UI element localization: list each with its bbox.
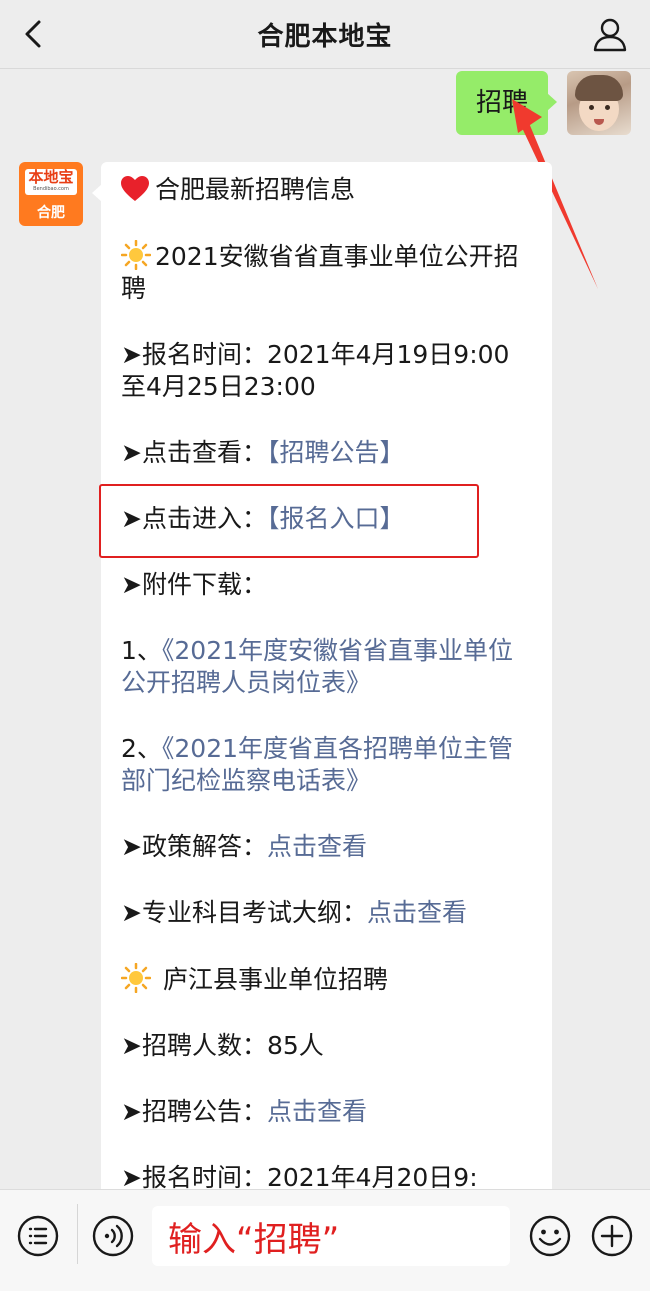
- policy-link[interactable]: 点击查看: [267, 832, 367, 861]
- attachment-item: 1、《2021年度安徽省省直事业单位公开招聘人员岗位表》: [121, 635, 534, 699]
- received-message-bubble: 合肥最新招聘信息 2021安徽省省直事业单位公开招聘 ➤报名时间：2021年4月…: [92, 162, 552, 1189]
- menu-list-icon[interactable]: [16, 1214, 60, 1258]
- avatar-hair: [575, 75, 623, 101]
- attachments-label: ➤附件下载：: [121, 570, 267, 599]
- input-bar: [0, 1189, 650, 1291]
- syllabus-row: ➤专业科目考试大纲：点击查看: [121, 897, 534, 929]
- notice-row: ➤招聘公告：点击查看: [121, 1096, 534, 1128]
- logo-title: 本地宝: [28, 168, 74, 186]
- field-label: ➤政策解答：: [121, 832, 267, 861]
- field-label: ➤报名时间：: [121, 340, 267, 369]
- field-label: ➤报名时间：: [121, 1163, 267, 1189]
- logo-url: Bendibao.com: [33, 186, 69, 192]
- enter-registration-row: ➤点击进入：【报名入口】: [99, 484, 534, 558]
- attachment-index: 2、: [121, 734, 162, 763]
- field-value: 2021年4月20日9:: [266, 1163, 478, 1189]
- field-label: ➤点击查看：: [121, 438, 267, 467]
- page-title: 合肥本地宝: [257, 22, 393, 52]
- field-label: ➤招聘公告：: [121, 1097, 267, 1126]
- registration-time: ➤报名时间：2021年4月20日9:: [121, 1162, 534, 1189]
- logo-city: 合肥: [37, 205, 65, 221]
- field-label: ➤专业科目考试大纲：: [121, 898, 367, 927]
- bar-divider: [77, 1204, 78, 1264]
- heart-icon: [121, 176, 149, 201]
- field-label: ➤招聘人数：: [121, 1031, 267, 1060]
- field-label: ➤点击进入：: [121, 504, 267, 533]
- emoji-icon[interactable]: [528, 1214, 572, 1258]
- registration-time: ➤报名时间：2021年4月19日9:00至4月25日23:00: [121, 339, 534, 403]
- sun-icon: [121, 240, 151, 270]
- voice-icon[interactable]: [91, 1214, 135, 1258]
- attachment-index: 1、: [121, 636, 162, 665]
- notice-link[interactable]: 点击查看: [267, 1097, 367, 1126]
- person-icon[interactable]: [592, 16, 628, 52]
- message-input[interactable]: [152, 1206, 510, 1266]
- logo-badge: 本地宝 Bendibao.com: [25, 169, 77, 195]
- headline-text: 合肥最新招聘信息: [155, 175, 356, 204]
- attachment-link[interactable]: 《2021年度安徽省省直事业单位公开招聘人员岗位表》: [121, 636, 513, 697]
- section-title: 2021安徽省省直事业单位公开招聘: [121, 240, 534, 305]
- syllabus-link[interactable]: 点击查看: [367, 898, 467, 927]
- notice-link[interactable]: 【招聘公告】: [267, 438, 405, 467]
- attachment-item: 2、《2021年度省直各招聘单位主管部门纪检监察电话表》: [121, 733, 534, 797]
- chat-area[interactable]: 招聘 本地宝 Bendibao.com 合肥 合肥最新招聘信息 2021安徽省省…: [0, 69, 650, 1189]
- attachment-link[interactable]: 《2021年度省直各招聘单位主管部门纪检监察电话表》: [121, 734, 513, 795]
- bot-avatar[interactable]: 本地宝 Bendibao.com 合肥: [19, 162, 83, 226]
- plus-circle-icon[interactable]: [590, 1214, 634, 1258]
- headcount-row: ➤招聘人数：85人: [121, 1030, 534, 1062]
- headline: 合肥最新招聘信息: [121, 174, 534, 206]
- policy-row: ➤政策解答：点击查看: [121, 831, 534, 863]
- section-title-text: 庐江县事业单位招聘: [162, 965, 388, 994]
- section-title-text: 2021安徽省省直事业单位公开招聘: [121, 242, 519, 303]
- view-notice-row: ➤点击查看：【招聘公告】: [121, 437, 534, 469]
- sun-icon: [121, 963, 151, 993]
- field-value: 85人: [266, 1031, 324, 1060]
- registration-entry-link[interactable]: 【报名入口】: [267, 504, 405, 533]
- nav-header: 合肥本地宝: [0, 0, 650, 69]
- section-title: 庐江县事业单位招聘: [121, 963, 534, 996]
